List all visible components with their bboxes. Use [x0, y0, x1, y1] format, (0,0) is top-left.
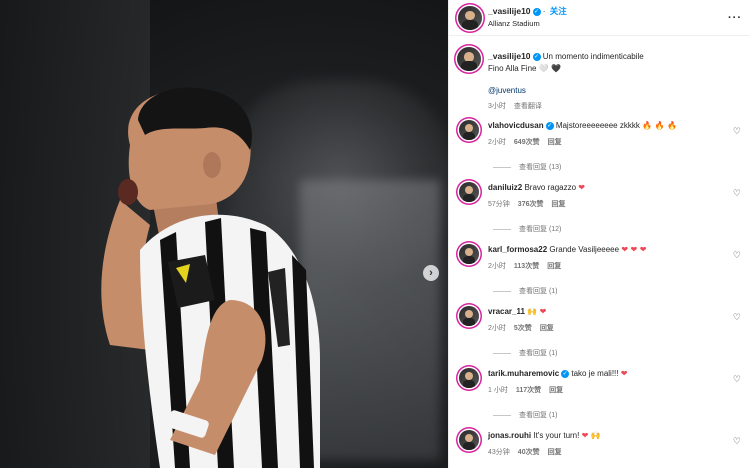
view-replies-button[interactable]: 查看回复 (13) — [493, 162, 747, 172]
verified-badge-icon: ✓ — [561, 369, 570, 378]
commenter-avatar[interactable] — [459, 244, 479, 264]
replies-divider — [493, 414, 511, 416]
player-photo-illustration — [101, 87, 320, 468]
comment-emoji-icon: ❤ — [620, 369, 628, 378]
like-heart-icon[interactable]: ♡ — [733, 126, 741, 137]
replies-divider — [493, 352, 511, 354]
comment-like-count[interactable]: 5次赞 — [514, 323, 532, 334]
view-replies-button[interactable]: 查看回复 (1) — [493, 348, 747, 358]
commenter-avatar[interactable] — [459, 120, 479, 140]
like-heart-icon[interactable]: ♡ — [733, 188, 741, 199]
chevron-right-icon: › — [429, 267, 433, 279]
replies-divider — [493, 166, 511, 168]
comment-item: vlahovicdusan ✓ Majstoreeeeeeee zkkkk 🔥 🔥… — [457, 120, 747, 172]
author-username[interactable]: _vasilije10 — [488, 6, 531, 16]
comment-emoji-icon: ❤ — [578, 183, 585, 192]
commenter-username[interactable]: jonas.rouhi — [488, 431, 531, 440]
comment-time[interactable]: 43分钟 — [488, 447, 510, 458]
commenter-avatar[interactable] — [459, 430, 479, 450]
post-header: _vasilije10 ✓ · 关注 Allianz Stadium ··· — [449, 0, 750, 36]
commenter-avatar[interactable] — [459, 368, 479, 388]
reply-button[interactable]: 回复 — [548, 447, 562, 458]
caption-text-line2: Fino Alla Fine — [488, 64, 537, 73]
comment-time[interactable]: 2小时 — [488, 323, 506, 334]
reply-button[interactable]: 回复 — [547, 261, 561, 272]
comment-emoji-icon: ❤ 🙌 — [581, 431, 601, 440]
reply-button[interactable]: 回复 — [551, 199, 565, 210]
commenter-username[interactable]: tarik.muharemovic — [488, 369, 559, 378]
reply-button[interactable]: 回复 — [540, 323, 554, 334]
verified-badge-icon: ✓ — [532, 52, 541, 61]
comment-like-count[interactable]: 113次赞 — [514, 261, 539, 272]
commenter-username[interactable]: karl_formosa22 — [488, 245, 547, 254]
comment-time[interactable]: 2小时 — [488, 261, 506, 272]
comment-item: jonas.rouhi It's your turn! ❤ 🙌 43分钟 40次… — [457, 430, 747, 468]
follow-button[interactable]: 关注 — [550, 6, 567, 16]
comment-item: karl_formosa22 Grande Vasiljeeeee ❤ ❤ ❤ … — [457, 244, 747, 296]
comment-text: tako je mali!!! — [571, 369, 619, 378]
carousel-next-button[interactable]: › — [423, 265, 439, 281]
post-side-panel: _vasilije10 ✓ · 关注 Allianz Stadium ··· _v… — [448, 0, 750, 468]
heart-emoji-icon: 🤍 🖤 — [538, 64, 562, 73]
comment-like-count[interactable]: 649次赞 — [514, 137, 540, 148]
comment-emoji-icon: 🙌 ❤ — [527, 307, 547, 316]
replies-divider — [493, 290, 511, 292]
instagram-post-view: › _vasilije10 ✓ · 关注 Allianz Stadium ··· … — [0, 0, 750, 468]
commenter-username[interactable]: daniluiz2 — [488, 183, 522, 192]
comment-like-count[interactable]: 40次赞 — [518, 447, 540, 458]
comment-time[interactable]: 57分钟 — [488, 199, 510, 210]
commenter-avatar[interactable] — [459, 182, 479, 202]
translate-button[interactable]: 查看翻译 — [514, 101, 542, 113]
comment-item: tarik.muharemovic ✓ tako je mali!!! ❤ 1 小… — [457, 368, 747, 420]
like-heart-icon[interactable]: ♡ — [733, 374, 741, 385]
comment-like-count[interactable]: 117次赞 — [516, 385, 541, 396]
caption-block: _vasilije10 ✓ Un momento indimenticabile … — [449, 36, 750, 113]
replies-divider — [493, 228, 511, 230]
comment-item: vracar_11 🙌 ❤ 2小时 5次赞 回复 ♡ 查看回复 (1) — [457, 306, 747, 358]
like-heart-icon[interactable]: ♡ — [733, 312, 741, 323]
comment-text: Majstoreeeeeeee zkkkk — [555, 121, 640, 130]
mention-link[interactable]: @juventus — [488, 85, 728, 97]
comment-time[interactable]: 1 小时 — [488, 385, 508, 396]
location-link[interactable]: Allianz Stadium — [488, 18, 567, 30]
comment-text: It's your turn! — [533, 431, 580, 440]
comment-like-count[interactable]: 376次赞 — [518, 199, 544, 210]
like-heart-icon[interactable]: ♡ — [733, 250, 741, 261]
comment-emoji-icon: 🔥 🔥 🔥 — [642, 121, 678, 130]
commenter-username[interactable]: vlahovicdusan — [488, 121, 544, 130]
like-heart-icon[interactable]: ♡ — [733, 436, 741, 447]
commenter-username[interactable]: vracar_11 — [488, 307, 525, 316]
view-replies-button[interactable]: 查看回复 (1) — [493, 286, 747, 296]
post-photo: › — [0, 0, 448, 468]
commenter-avatar[interactable] — [459, 306, 479, 326]
comment-emoji-icon: ❤ ❤ ❤ — [621, 245, 647, 254]
caption-time[interactable]: 3小时 — [488, 101, 506, 113]
comment-text: Bravo ragazzo — [524, 183, 577, 192]
caption-username[interactable]: _vasilije10 — [488, 51, 531, 61]
verified-badge-icon: ✓ — [532, 7, 541, 16]
comment-item: daniluiz2 Bravo ragazzo ❤ 57分钟 376次赞 回复 … — [457, 182, 747, 234]
caption-avatar[interactable] — [457, 47, 481, 71]
verified-badge-icon: ✓ — [545, 121, 554, 130]
caption-text-line1: Un momento indimenticabile — [542, 52, 644, 61]
comment-text: Grande Vasiljeeeee — [549, 245, 620, 254]
reply-button[interactable]: 回复 — [548, 137, 562, 148]
reply-button[interactable]: 回复 — [549, 385, 563, 396]
view-replies-button[interactable]: 查看回复 (12) — [493, 224, 747, 234]
author-avatar[interactable] — [458, 5, 482, 30]
comment-time[interactable]: 2小时 — [488, 137, 506, 148]
view-replies-button[interactable]: 查看回复 (1) — [493, 410, 747, 420]
ellipsis-icon[interactable]: ··· — [728, 12, 742, 24]
